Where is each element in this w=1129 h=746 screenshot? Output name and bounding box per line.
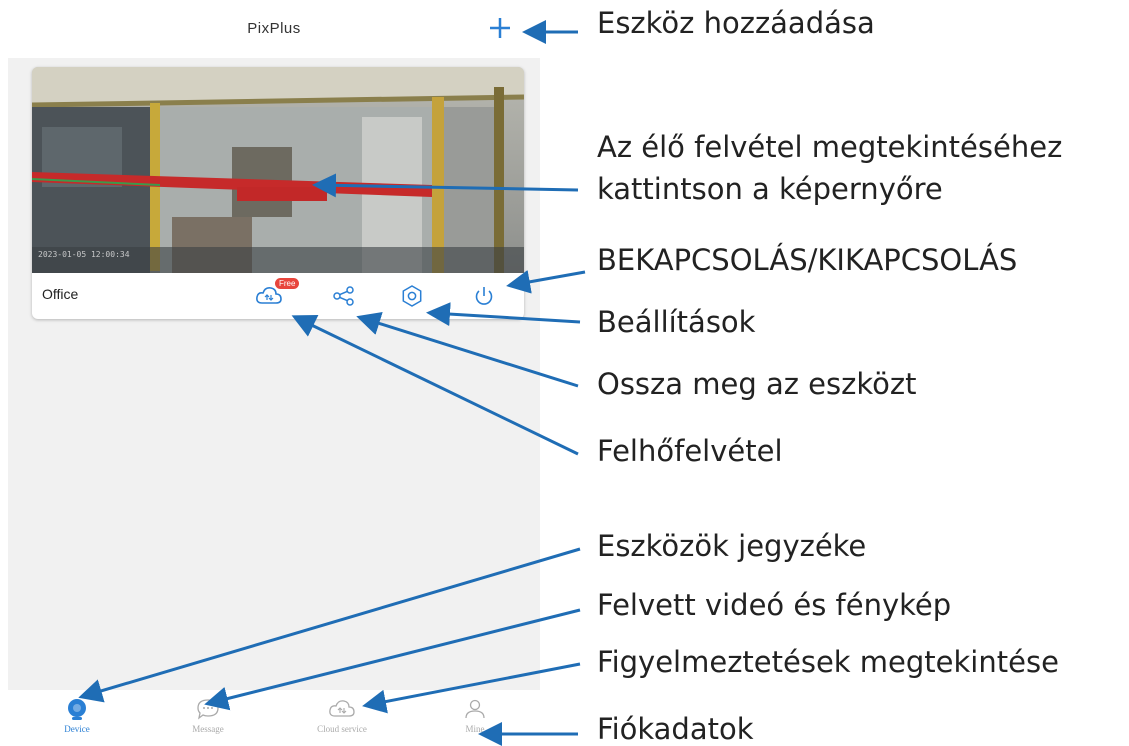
device-card-footer: Office Free (32, 273, 524, 319)
settings-button[interactable] (397, 281, 427, 311)
cloud-service-icon (329, 700, 355, 717)
nav-mine-label: Mine (465, 724, 485, 734)
cloud-recording-button[interactable]: Free (254, 278, 300, 311)
annotation-add-device: Eszköz hozzáadása (597, 6, 875, 40)
nav-message-label: Message (192, 724, 224, 734)
bottom-navigation: Device Message Cloud service Mine (8, 690, 540, 746)
app-screen: PixPlus 2023-01-05 12:00:34 Office Free … (8, 0, 540, 746)
share-icon (333, 286, 354, 306)
device-name: Office (42, 286, 79, 302)
annotation-share: Ossza meg az eszközt (597, 367, 917, 401)
power-button[interactable] (469, 281, 499, 311)
nav-cloud-service-label: Cloud service (317, 724, 367, 734)
annotation-alerts: Figyelmeztetések megtekintése (597, 645, 1059, 679)
annotation-live-view-line2: kattintson a képernyőre (597, 172, 943, 206)
annotation-power: BEKAPCSOLÁS/KIKAPCSOLÁS (597, 243, 1018, 277)
device-card: 2023-01-05 12:00:34 Office Free (32, 67, 524, 319)
device-icon (68, 699, 86, 720)
device-list: 2023-01-05 12:00:34 Office Free (8, 58, 540, 690)
free-badge: Free (275, 278, 300, 289)
app-header: PixPlus (8, 0, 540, 58)
nav-device[interactable]: Device (22, 696, 132, 744)
nav-device-label: Device (64, 724, 90, 734)
annotation-live-view-line1: Az élő felvétel megtekintéséhez (597, 130, 1063, 164)
nav-mine[interactable]: Mine (420, 696, 530, 744)
nav-message[interactable]: Message (153, 696, 263, 744)
annotation-media: Felvett videó és fénykép (597, 588, 952, 622)
svg-text:2023-01-05 12:00:34: 2023-01-05 12:00:34 (38, 250, 130, 259)
user-icon (465, 699, 485, 719)
app-title: PixPlus (247, 20, 301, 37)
power-icon (475, 287, 493, 305)
message-icon (197, 699, 219, 720)
settings-icon (402, 285, 422, 307)
add-device-button[interactable] (486, 14, 514, 42)
annotation-account: Fiókadatok (597, 712, 754, 746)
nav-cloud-service[interactable]: Cloud service (287, 696, 397, 744)
plus-icon (490, 18, 510, 38)
share-button[interactable] (329, 281, 359, 311)
annotation-cloud: Felhőfelvétel (597, 434, 783, 468)
live-view-thumbnail[interactable]: 2023-01-05 12:00:34 (32, 67, 524, 273)
annotation-device-list: Eszközök jegyzéke (597, 529, 867, 563)
annotation-settings: Beállítások (597, 305, 756, 339)
